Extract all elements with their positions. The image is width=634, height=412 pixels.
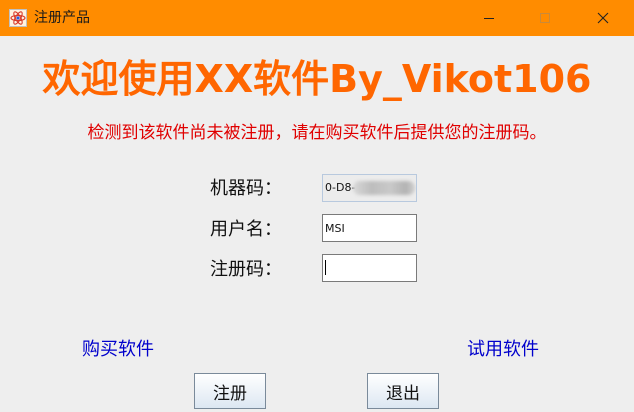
dialog-content: 欢迎使用XX软件By_Vikot106 检测到该软件尚未被注册，请在购买软件后提… [0, 36, 634, 412]
minimize-icon [484, 18, 494, 19]
maximize-icon [540, 13, 550, 23]
exit-button[interactable]: 退出 [367, 373, 439, 409]
redacted-blur [353, 181, 415, 195]
text-caret [325, 260, 326, 275]
username-input[interactable] [322, 214, 417, 242]
machine-code-field[interactable]: 0-D8- [322, 174, 417, 202]
window-title: 注册产品 [34, 10, 90, 26]
username-label: 用户名： [210, 219, 282, 240]
regcode-input[interactable] [322, 254, 417, 282]
maximize-button[interactable] [522, 0, 568, 36]
app-atom-icon [9, 9, 27, 27]
machine-code-label: 机器码： [210, 178, 282, 199]
trial-software-link[interactable]: 试用软件 [467, 338, 539, 362]
register-product-window: 注册产品 欢迎使用XX软件By_Vikot106 检测到该软件尚未被注册，请在购… [0, 0, 634, 412]
buy-software-link[interactable]: 购买软件 [82, 338, 154, 362]
regcode-label: 注册码： [210, 259, 282, 280]
close-button[interactable] [580, 0, 626, 36]
machine-code-value: 0-D8- [325, 181, 356, 194]
welcome-heading: 欢迎使用XX软件By_Vikot106 [42, 57, 592, 101]
title-bar[interactable]: 注册产品 [0, 0, 634, 36]
unregistered-notice: 检测到该软件尚未被注册，请在购买软件后提供您的注册码。 [87, 123, 547, 143]
register-button[interactable]: 注册 [194, 373, 266, 409]
minimize-button[interactable] [466, 0, 512, 36]
close-icon [597, 12, 609, 24]
